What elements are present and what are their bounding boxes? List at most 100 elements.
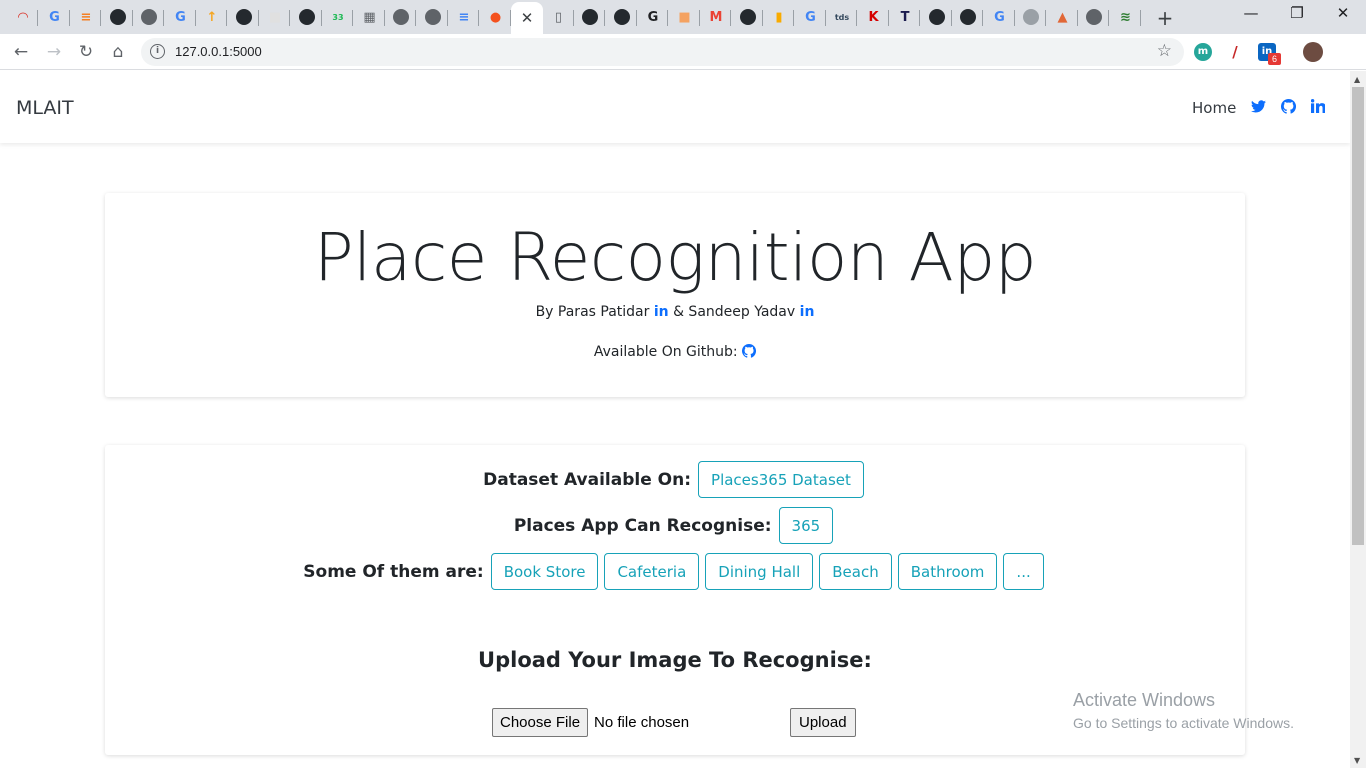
tab-separator [919,10,920,26]
close-window-button[interactable]: ✕ [1320,4,1366,22]
browser-tab[interactable]: ▮ [764,4,794,30]
example-dining-hall-button[interactable]: Dining Hall [705,553,814,590]
example-bathroom-button[interactable]: Bathroom [897,553,998,590]
browser-tab[interactable]: ■ [260,4,290,30]
browser-tab[interactable]: M [701,4,731,30]
orange-square-icon: ■ [678,9,691,25]
browser-tab[interactable]: G [638,4,668,30]
authors-line: By Paras Patidar in & Sandeep Yadav in [105,304,1245,320]
browser-tab[interactable]: ● [922,4,952,30]
more-examples-button[interactable]: ... [1003,553,1044,590]
browser-tab[interactable]: G [40,4,70,30]
author-1-text: By Paras Patidar [535,304,650,320]
tab-close-icon[interactable]: ✕ [521,9,534,27]
pen-icon[interactable]: / [1226,43,1244,61]
github-icon: ● [928,9,945,25]
author-1-linkedin-icon[interactable]: in [654,304,669,320]
browser-tab[interactable]: tds [827,4,857,30]
url-text[interactable]: 127.0.0.1:5000 [175,44,262,59]
browser-tab[interactable]: 33 [323,4,353,30]
author-2-linkedin-icon[interactable]: in [800,304,815,320]
browser-tab[interactable]: ● [1016,4,1046,30]
tab-separator [383,10,385,26]
scrollbar-thumb[interactable] [1352,87,1364,545]
page-scrollbar[interactable]: ▲ ▼ [1350,71,1366,768]
browser-tab[interactable]: G [796,4,826,30]
site-navbar: MLAIT Home [0,71,1350,143]
browser-tab-active[interactable]: ✕ [511,2,543,34]
count-button[interactable]: 365 [778,507,834,544]
browser-tab[interactable]: ▦ [355,4,385,30]
linkedin-notification-badge: 6 [1268,53,1281,65]
address-bar[interactable]: i 127.0.0.1:5000 ☆ [141,38,1184,66]
scroll-up-arrow-icon[interactable]: ▲ [1354,75,1360,84]
browser-tab[interactable]: ▯ [544,4,574,30]
example-beach-button[interactable]: Beach [819,553,892,590]
activate-windows-title: Activate Windows [1073,690,1216,710]
browser-tab[interactable]: ≋ [1111,4,1141,30]
browser-tab[interactable]: ≡ [449,4,479,30]
browser-tab[interactable]: ◠ [8,4,38,30]
choose-file-button[interactable]: Choose File [492,708,589,737]
github-icon[interactable] [1280,98,1297,118]
repo-github-icon[interactable] [742,344,757,362]
tab-separator [1139,10,1141,26]
github-label: Available On Github: [593,344,738,360]
browser-tab[interactable]: ■ [670,4,700,30]
example-cafeteria-button[interactable]: Cafeteria [604,553,700,590]
restore-button[interactable]: ❐ [1274,4,1320,22]
browser-tab[interactable]: ● [229,4,259,30]
browser-tab[interactable]: ● [733,4,763,30]
tab-separator [68,10,70,26]
docs-icon: ≡ [458,9,470,25]
globe-icon: ● [424,9,441,25]
github-icon: ● [582,9,598,25]
browser-tab[interactable]: ▲ [1048,4,1078,30]
mendeley-icon[interactable]: m [1194,43,1212,61]
browser-tab[interactable]: ● [386,4,416,30]
github-icon: ● [613,9,630,25]
browser-tab[interactable]: ● [1079,4,1109,30]
browser-tab[interactable]: ● [103,4,133,30]
new-tab-button[interactable]: + [1154,6,1176,30]
upload-button[interactable]: Upload [790,708,856,737]
browser-tab[interactable]: ● [481,4,511,30]
github-icon: ● [235,9,252,25]
tab-separator [194,10,196,26]
site-info-icon[interactable]: i [150,44,165,59]
browser-tab[interactable]: G [166,4,196,30]
browser-tab[interactable]: ↑ [197,4,227,30]
file-input[interactable]: Choose File No file chosen [492,708,689,737]
browser-tab[interactable]: T [890,4,920,30]
twitter-icon[interactable] [1251,99,1266,117]
browser-tab[interactable]: ● [575,4,605,30]
globe-icon: ● [1086,9,1102,25]
browser-tab[interactable]: ● [418,4,448,30]
scroll-down-arrow-icon[interactable]: ▼ [1354,756,1360,765]
activate-windows-subtitle: Go to Settings to activate Windows. [1073,715,1294,731]
nav-home-link[interactable]: Home [1192,99,1236,117]
browser-tab[interactable]: G [985,4,1015,30]
github-icon: ● [739,9,756,25]
browser-tab[interactable]: ● [292,4,322,30]
minimize-button[interactable]: — [1228,4,1274,22]
profile-avatar-icon[interactable] [1303,42,1323,62]
qr-icon: ▦ [363,9,376,25]
home-button[interactable]: ⌂ [107,41,129,63]
back-button[interactable]: ← [10,41,32,63]
tab-separator [824,10,826,26]
forward-button[interactable]: → [43,41,65,63]
browser-tab[interactable]: ● [953,4,983,30]
dataset-button[interactable]: Places365 Dataset [698,461,864,498]
example-book-store-button[interactable]: Book Store [490,553,599,590]
tab-separator [635,10,637,26]
browser-tab[interactable]: ● [134,4,164,30]
stackoverflow-icon: ≡ [80,9,92,25]
linkedin-icon[interactable] [1310,99,1326,117]
browser-tab[interactable]: ● [607,4,637,30]
reload-button[interactable]: ↻ [75,41,97,63]
brand-link[interactable]: MLAIT [16,97,74,119]
browser-tab[interactable]: ≡ [71,4,101,30]
bookmark-star-icon[interactable]: ☆ [1157,41,1172,61]
browser-tab[interactable]: K [859,4,889,30]
